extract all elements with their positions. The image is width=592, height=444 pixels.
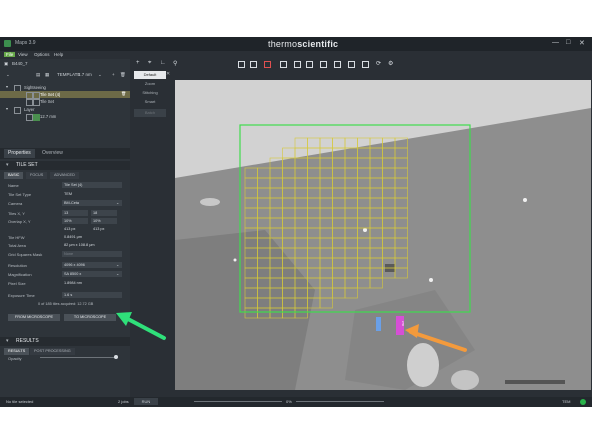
green-arrow-shaft (124, 316, 166, 340)
annotation-layer (116, 312, 166, 340)
